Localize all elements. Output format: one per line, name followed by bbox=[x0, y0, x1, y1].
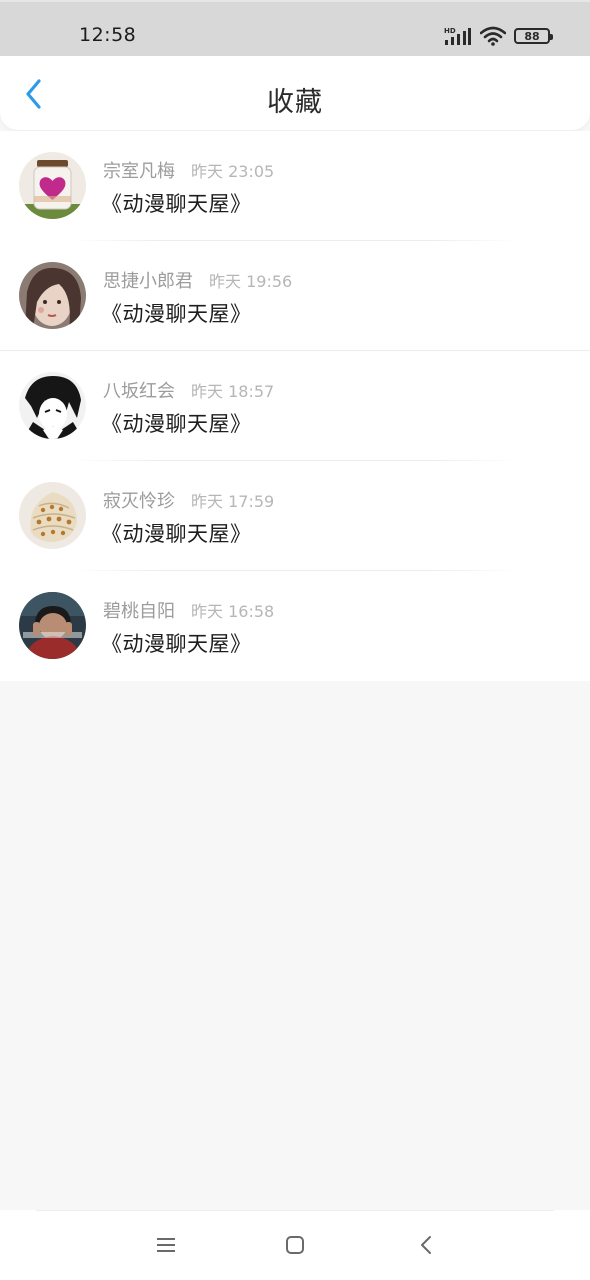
network-label: HD bbox=[444, 27, 456, 35]
battery-icon: 88 bbox=[514, 28, 553, 44]
home-button[interactable] bbox=[275, 1230, 315, 1260]
app-header: 收藏 bbox=[0, 56, 590, 130]
item-author: 寂灭怜珍 bbox=[103, 491, 175, 512]
boy-photo-avatar bbox=[19, 592, 86, 659]
jar-heart-avatar bbox=[19, 152, 86, 219]
item-title: 《动漫聊天屋》 bbox=[101, 412, 252, 436]
item-meta: 碧桃自阳 昨天 16:58 bbox=[103, 597, 274, 623]
item-time: 昨天 23:05 bbox=[191, 162, 275, 181]
girl-portrait-avatar bbox=[19, 262, 86, 329]
page-title: 收藏 bbox=[267, 87, 323, 118]
item-title: 《动漫聊天屋》 bbox=[101, 632, 252, 656]
item-meta: 八坂红会 昨天 18:57 bbox=[103, 377, 274, 403]
item-meta: 思捷小郎君 昨天 19:56 bbox=[103, 267, 292, 293]
item-time: 昨天 18:57 bbox=[191, 382, 275, 401]
item-author: 八坂红会 bbox=[103, 381, 175, 402]
status-bar: 12:58 HD 88 bbox=[0, 0, 590, 58]
item-meta: 宗室凡梅 昨天 23:05 bbox=[103, 157, 274, 183]
seashell-avatar bbox=[19, 482, 86, 549]
back-icon bbox=[421, 1236, 431, 1254]
anime-sketch-avatar bbox=[19, 372, 86, 439]
system-nav-bar bbox=[0, 1210, 590, 1280]
list-item[interactable]: 寂灭怜珍 昨天 17:59 《动漫聊天屋》 bbox=[0, 461, 590, 571]
system-back-button[interactable] bbox=[406, 1230, 446, 1260]
item-author: 思捷小郎君 bbox=[103, 271, 193, 292]
item-author: 宗室凡梅 bbox=[103, 161, 175, 182]
item-time: 昨天 17:59 bbox=[191, 492, 275, 511]
item-meta: 寂灭怜珍 昨天 17:59 bbox=[103, 487, 274, 513]
hd-signal-icon: HD bbox=[444, 27, 471, 45]
status-time: 12:58 bbox=[79, 24, 137, 46]
list-item[interactable]: 宗室凡梅 昨天 23:05 《动漫聊天屋》 bbox=[0, 131, 590, 241]
item-title: 《动漫聊天屋》 bbox=[101, 302, 252, 326]
wifi-icon bbox=[480, 26, 506, 46]
item-time: 昨天 19:56 bbox=[209, 272, 293, 291]
favorites-list: 宗室凡梅 昨天 23:05 《动漫聊天屋》 思捷小郎君 昨天 19:56 《动漫… bbox=[0, 131, 590, 681]
battery-level: 88 bbox=[524, 29, 540, 43]
list-item[interactable]: 八坂红会 昨天 18:57 《动漫聊天屋》 bbox=[0, 351, 590, 461]
list-item[interactable]: 碧桃自阳 昨天 16:58 《动漫聊天屋》 bbox=[0, 571, 590, 681]
item-time: 昨天 16:58 bbox=[191, 602, 275, 621]
list-item[interactable]: 思捷小郎君 昨天 19:56 《动漫聊天屋》 bbox=[0, 241, 590, 351]
menu-icon bbox=[157, 1238, 175, 1252]
item-author: 碧桃自阳 bbox=[103, 601, 175, 622]
item-title: 《动漫聊天屋》 bbox=[101, 522, 252, 546]
item-title: 《动漫聊天屋》 bbox=[101, 192, 252, 216]
status-icons: HD 88 bbox=[444, 24, 553, 48]
menu-button[interactable] bbox=[146, 1230, 186, 1260]
home-icon bbox=[286, 1236, 304, 1254]
